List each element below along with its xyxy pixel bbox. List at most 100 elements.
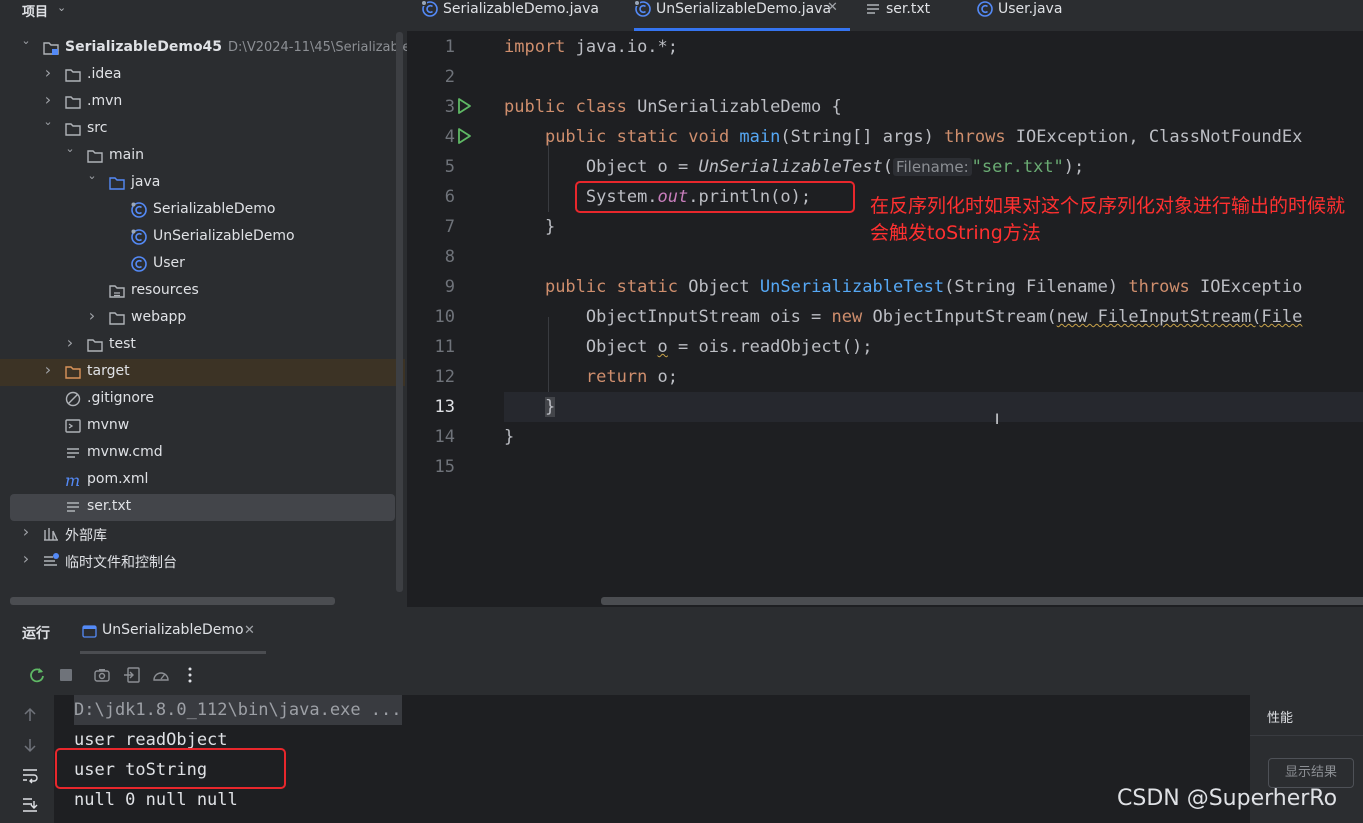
tree-item-label: 临时文件和控制台: [65, 555, 177, 571]
chevron-down-icon[interactable]: ⌄: [20, 34, 32, 47]
run-title: 运行: [22, 626, 50, 642]
line-number: 2: [444, 67, 455, 87]
more-options-icon[interactable]: [180, 665, 200, 685]
tree-item-label: .mvn: [87, 93, 123, 109]
tree-item[interactable]: › 外部库: [10, 521, 395, 548]
tree-item-label: ser.txt: [87, 498, 132, 514]
project-horizontal-scrollbar[interactable]: [10, 597, 335, 605]
annotation-box-tostring: [55, 748, 286, 789]
tree-item-label: 外部库: [65, 528, 107, 544]
tree-item[interactable]: › .idea: [10, 62, 395, 89]
tree-item[interactable]: ⌄ java: [10, 169, 395, 197]
line-number: 15: [434, 457, 455, 477]
tree-item[interactable]: ser.txt: [10, 494, 395, 521]
java-class-icon: [634, 0, 651, 17]
warning-highlight[interactable]: new FileInputStream(File: [1057, 307, 1303, 327]
camera-icon[interactable]: [92, 665, 112, 685]
tree-item-label: .gitignore: [87, 390, 154, 406]
console-command-line[interactable]: D:\jdk1.8.0_112\bin\java.exe ...: [74, 695, 402, 725]
folder-icon: [64, 93, 82, 111]
tree-item-label: test: [109, 336, 136, 352]
tree-item[interactable]: UnSerializableDemo: [10, 224, 395, 251]
code-line-4[interactable]: public static void main(String[] args) t…: [504, 122, 1363, 152]
code-line-10[interactable]: ObjectInputStream ois = new ObjectInputS…: [504, 302, 1363, 332]
tree-item[interactable]: resources: [10, 278, 395, 305]
chevron-down-icon[interactable]: ⌄: [42, 115, 54, 128]
chevron-down-icon[interactable]: ⌄: [86, 169, 98, 182]
project-title[interactable]: 项目: [22, 1, 48, 20]
tab-unserializabledemo[interactable]: UnSerializableDemo.java ✕: [634, 0, 850, 31]
annotation-box-println: [575, 181, 855, 213]
tree-item[interactable]: m pom.xml: [10, 467, 395, 494]
tree-item[interactable]: › test: [10, 332, 395, 359]
run-tab[interactable]: UnSerializableDemo ✕: [80, 617, 266, 654]
tree-item-label: pom.xml: [87, 471, 149, 487]
chevron-right-icon[interactable]: ›: [86, 306, 98, 325]
project-header[interactable]: 项目 ⌄: [0, 0, 407, 20]
tree-item[interactable]: › target: [0, 359, 405, 386]
tree-item[interactable]: .gitignore: [10, 386, 395, 413]
tree-item[interactable]: › webapp: [10, 305, 395, 332]
scroll-to-end-icon[interactable]: [20, 795, 40, 815]
tree-item[interactable]: ⌄ SerializableDemo45 D:\V2024-11\45\Serial…: [10, 34, 407, 62]
chevron-down-icon[interactable]: ⌄: [64, 142, 76, 155]
tree-item[interactable]: › 临时文件和控制台: [10, 548, 395, 575]
close-icon[interactable]: ✕: [244, 623, 255, 638]
code-line-11[interactable]: Object o = ois.readObject();: [504, 332, 1363, 362]
java-class-icon: [421, 0, 438, 17]
tree-item[interactable]: SerializableDemo: [10, 197, 395, 224]
line-number: 10: [434, 307, 455, 327]
profiler-icon[interactable]: [151, 665, 171, 685]
folder-icon: [108, 309, 126, 327]
close-icon[interactable]: ✕: [827, 0, 838, 15]
project-tool-window: 项目 ⌄ ⌄ SerializableDemo45 D:\V2024-11\45\S…: [0, 0, 407, 607]
module-path: D:\V2024-11\45\SerializableDe: [228, 40, 407, 55]
tree-item[interactable]: › .mvn: [10, 89, 395, 116]
chevron-right-icon[interactable]: ›: [20, 522, 32, 541]
show-results-button[interactable]: 显示结果: [1268, 758, 1354, 788]
import-icon[interactable]: [122, 665, 142, 685]
code-editor[interactable]: 1 2 3 4 5 6 7 8 9 10 11 12 13 14 15 import java.io.*; …: [407, 32, 1363, 607]
folder-icon: [86, 336, 104, 354]
code-line-13[interactable]: }: [504, 392, 1363, 422]
chevron-right-icon[interactable]: ›: [64, 333, 76, 352]
watermark: CSDN @SuperherRo: [1117, 786, 1338, 811]
tab-label: ser.txt: [886, 1, 931, 17]
project-vertical-scrollbar[interactable]: [396, 32, 403, 592]
code-line-1[interactable]: import java.io.*;: [504, 32, 1363, 62]
chevron-right-icon[interactable]: ›: [42, 90, 54, 109]
tree-item[interactable]: ⌄ main: [10, 142, 395, 170]
code-line-12[interactable]: return o;: [504, 362, 1363, 392]
rerun-icon[interactable]: [27, 665, 47, 685]
tree-item[interactable]: ⌄ src: [10, 115, 395, 143]
chevron-down-icon[interactable]: ⌄: [57, 1, 66, 14]
arrow-down-icon[interactable]: [20, 735, 40, 755]
soft-wrap-icon[interactable]: [20, 765, 40, 785]
code-line-3[interactable]: public class UnSerializableDemo {: [504, 92, 1363, 122]
tree-item[interactable]: mvnw.cmd: [10, 440, 395, 467]
line-number: 6: [444, 187, 455, 207]
chevron-right-icon[interactable]: ›: [42, 63, 54, 82]
tree-item[interactable]: mvnw: [10, 413, 395, 440]
line-number: 12: [434, 367, 455, 387]
tree-item[interactable]: User: [10, 251, 395, 278]
console-line: null 0 null null: [74, 790, 238, 810]
run-gutter-icon[interactable]: [455, 97, 473, 115]
text-file-icon: [867, 4, 879, 14]
stop-icon[interactable]: [56, 665, 76, 685]
tree-item-label: User: [153, 255, 185, 271]
code-line-14[interactable]: }: [504, 422, 1363, 452]
class-icon: [977, 1, 993, 17]
java-class-icon: [130, 228, 148, 246]
editor-horizontal-scrollbar[interactable]: [601, 597, 1363, 605]
scratches-icon: [42, 552, 60, 570]
code-line-9[interactable]: public static Object UnSerializableTest(…: [504, 272, 1363, 302]
code-line-5[interactable]: Object o = UnSerializableTest(Filename: "…: [504, 152, 1363, 182]
chevron-right-icon[interactable]: ›: [20, 549, 32, 568]
arrow-up-icon[interactable]: [20, 705, 40, 725]
run-gutter-icon[interactable]: [455, 127, 473, 145]
divider: [1250, 735, 1363, 736]
chevron-right-icon[interactable]: ›: [42, 360, 54, 379]
line-number: 11: [434, 337, 455, 357]
code-area[interactable]: import java.io.*; public class UnSeriali…: [504, 32, 1363, 607]
